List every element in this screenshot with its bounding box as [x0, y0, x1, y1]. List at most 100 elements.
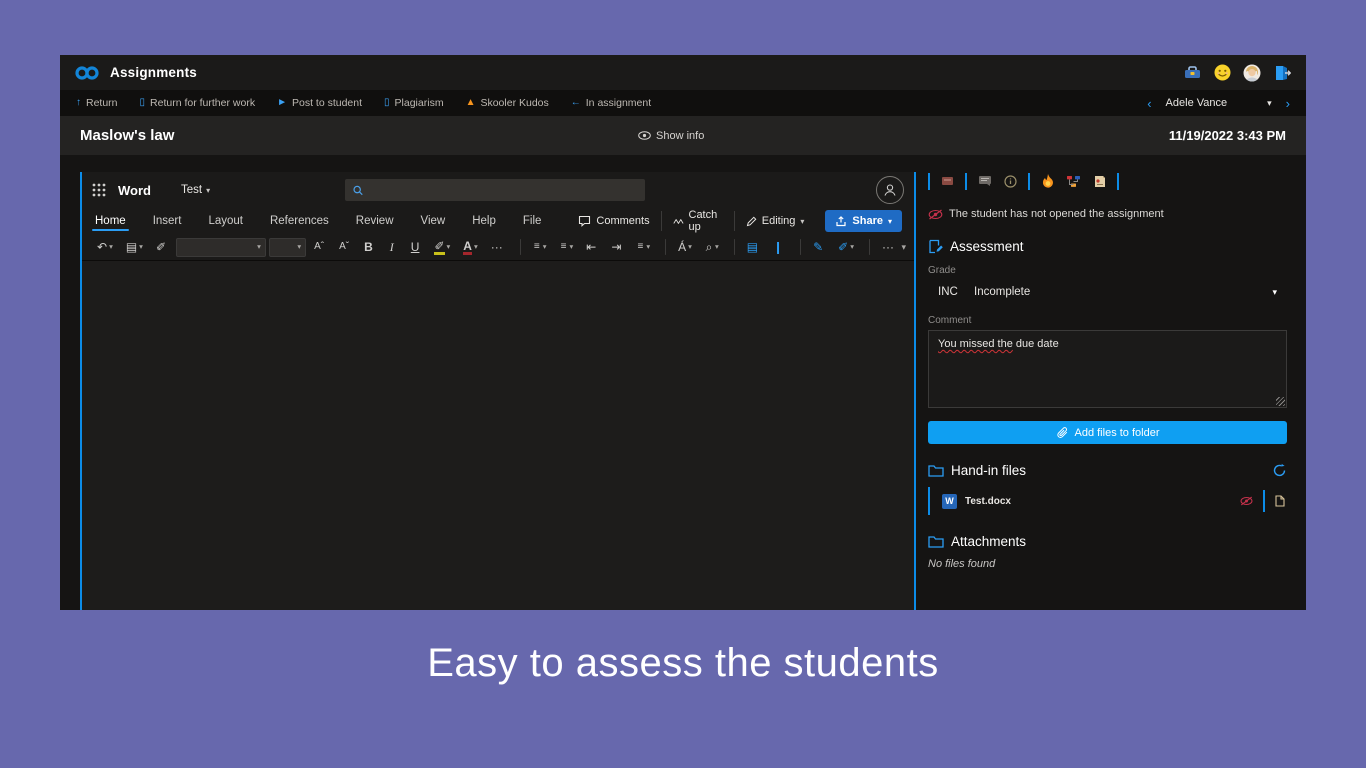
undo-button[interactable]: ↶ ▾: [92, 239, 118, 255]
command-label: Post to student: [291, 97, 363, 109]
panel-toolbar: [928, 168, 1287, 194]
catch-up-button[interactable]: Catch up: [660, 209, 734, 233]
editor-button[interactable]: ✎: [808, 239, 830, 255]
tab-insert[interactable]: Insert: [152, 210, 183, 232]
cmd-return-further-work[interactable]: ▯ Return for further work: [140, 97, 256, 109]
ribbon-separator[interactable]: [733, 239, 735, 255]
refresh-button[interactable]: [1272, 463, 1287, 478]
sign-out-icon[interactable]: [1272, 63, 1292, 83]
comment-textarea[interactable]: You missed the due date: [928, 330, 1287, 408]
title-bar: Assignments: [60, 55, 1306, 90]
tab-home[interactable]: Home: [92, 210, 129, 232]
student-dropdown-caret[interactable]: ▾: [1267, 98, 1272, 109]
cmd-return[interactable]: ↑ Return: [76, 97, 118, 109]
command-label: In assignment: [585, 97, 652, 109]
font-name-select[interactable]: ▾: [176, 237, 266, 257]
command-label: Skooler Kudos: [480, 97, 549, 109]
tab-references[interactable]: References: [269, 210, 330, 232]
previous-student-button[interactable]: ‹: [1147, 97, 1151, 110]
toolbox-icon[interactable]: [1182, 63, 1202, 83]
document-name-dropdown[interactable]: Test ▾: [181, 184, 210, 196]
italic-button[interactable]: I: [383, 239, 403, 255]
command-icon: ←: [570, 97, 581, 108]
resize-grip[interactable]: [1276, 397, 1285, 406]
comments-button[interactable]: Comments: [567, 211, 660, 231]
find-button[interactable]: ⌕ ▾: [700, 239, 724, 255]
format-painter-button[interactable]: ✐: [151, 239, 173, 255]
dictate-button[interactable]: ❙: [768, 239, 790, 255]
styles-button[interactable]: Á ▾: [673, 239, 697, 255]
outdent-button[interactable]: ⇤: [581, 239, 603, 255]
tab-file[interactable]: File: [522, 210, 543, 232]
learning-plan-icon[interactable]: [1065, 173, 1082, 190]
word-account-avatar[interactable]: [876, 176, 904, 204]
add-files-to-folder-button[interactable]: Add files to folder: [928, 421, 1287, 444]
indent-button[interactable]: ⇥: [606, 239, 628, 255]
font-color-button[interactable]: A ▾: [458, 238, 482, 257]
app-title: Assignments: [110, 65, 197, 80]
formatting-ribbon: ↶ ▾ ▤ ▾ ✐ ▾ ▾ Aˆ Aˇ B I U ✐ ▾ A ▾ ··· ≡ …: [82, 234, 914, 261]
underline-button[interactable]: U: [406, 239, 427, 255]
bold-button[interactable]: B: [359, 239, 380, 255]
hand-in-files-header: Hand-in files: [928, 463, 1287, 478]
ribbon-separator[interactable]: [519, 239, 521, 255]
grow-font-button[interactable]: Aˆ: [309, 240, 331, 254]
ribbon-separator[interactable]: [665, 239, 667, 255]
document-icon[interactable]: [1275, 495, 1285, 507]
paperclip-icon: [1056, 426, 1067, 438]
grade-select[interactable]: INC Incomplete ▾: [928, 280, 1287, 304]
alignment-button[interactable]: ≡ ▾: [631, 240, 655, 254]
assignment-title: Maslow's law: [80, 127, 175, 144]
word-editor-frame: Word Test ▾ Home Insert Layout Reference…: [80, 172, 916, 610]
kudos-flame-icon[interactable]: [1039, 173, 1056, 190]
share-button[interactable]: Share ▾: [825, 210, 902, 232]
highlight-color-button[interactable]: ✐ ▾: [429, 238, 455, 257]
main-area: Word Test ▾ Home Insert Layout Reference…: [60, 155, 1306, 610]
document-canvas[interactable]: [82, 261, 914, 610]
grade-book-icon[interactable]: [939, 173, 956, 190]
info-icon[interactable]: [1002, 173, 1019, 190]
immersive-reader-button[interactable]: ▤: [742, 239, 765, 255]
notes-icon[interactable]: [1091, 173, 1108, 190]
tab-help[interactable]: Help: [471, 210, 497, 232]
share-icon: [836, 215, 847, 226]
waffle-menu-icon[interactable]: [92, 183, 106, 197]
command-icon: ▯: [139, 97, 146, 108]
attachments-header: Attachments: [928, 534, 1287, 549]
cmd-skooler-kudos[interactable]: ▲ Skooler Kudos: [466, 97, 549, 109]
hand-in-file-row[interactable]: W Test.docx: [928, 487, 1287, 515]
reaction-smiley-icon[interactable]: [1212, 63, 1232, 83]
ribbon-separator[interactable]: [869, 239, 870, 255]
cmd-plagiarism[interactable]: ▯ Plagiarism: [384, 97, 444, 109]
word-search-box[interactable]: [345, 179, 645, 201]
editing-mode-button[interactable]: Editing ▾: [733, 211, 816, 231]
tab-review[interactable]: Review: [355, 210, 395, 232]
show-info-button[interactable]: Show info: [638, 130, 704, 142]
ribbon-separator[interactable]: [800, 239, 802, 255]
font-size-select[interactable]: ▾: [268, 237, 307, 257]
user-avatar[interactable]: [1242, 63, 1262, 83]
next-student-button[interactable]: ›: [1286, 97, 1290, 110]
tab-view[interactable]: View: [420, 210, 447, 232]
command-icon: ↑: [76, 97, 81, 108]
collapse-ribbon-button[interactable]: ▾: [901, 242, 906, 253]
command-label: Plagiarism: [394, 97, 444, 109]
ribbon-overflow-button[interactable]: ···: [877, 239, 901, 255]
comment-text-misspelled: You missed the: [938, 338, 1013, 350]
shrink-font-button[interactable]: Aˇ: [334, 240, 356, 254]
designer-button[interactable]: ✐ ▾: [833, 239, 859, 255]
divider: [1263, 490, 1265, 512]
search-input[interactable]: [369, 183, 637, 197]
student-name: Adele Vance: [1165, 97, 1228, 109]
numbering-button[interactable]: ≡ ▾: [555, 240, 579, 254]
tab-layout[interactable]: Layout: [207, 210, 244, 232]
feedback-card-icon[interactable]: [976, 173, 993, 190]
cmd-post-to-student[interactable]: ► Post to student: [277, 97, 362, 109]
bullets-button[interactable]: ≡ ▾: [528, 240, 552, 254]
more-font-options-button[interactable]: ···: [486, 239, 510, 255]
paste-button[interactable]: ▤ ▾: [121, 239, 148, 255]
divider: [1028, 172, 1030, 190]
cmd-in-assignment[interactable]: ← In assignment: [571, 97, 651, 109]
eye-slash-icon: [928, 209, 943, 219]
divider: [965, 172, 967, 190]
